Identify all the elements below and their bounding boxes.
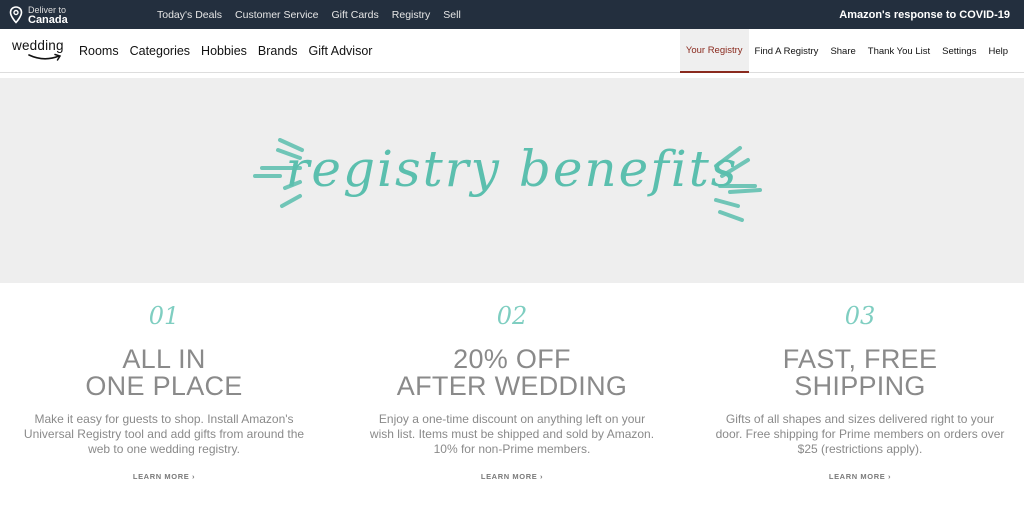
nav-brands[interactable]: Brands (258, 44, 298, 58)
benefit-number: 03 (844, 302, 876, 330)
registry-benefits-banner: registry benefits (0, 78, 1024, 283)
learn-more-link[interactable]: LEARN MORE › (362, 472, 662, 481)
benefit-heading: ALL IN ONE PLACE (14, 346, 314, 400)
tab-your-registry[interactable]: Your Registry (679, 29, 749, 73)
learn-more-link[interactable]: LEARN MORE › (14, 472, 314, 481)
top-navigation-bar: Deliver to Canada Today's Deals Customer… (0, 0, 1024, 29)
benefit-description: Gifts of all shapes and sizes delivered … (715, 412, 1005, 456)
deliver-country: Canada (28, 13, 68, 26)
benefit-heading-line1: FAST, FREE (782, 344, 938, 374)
benefit-heading-line2: SHIPPING (794, 371, 926, 401)
deliver-to-location[interactable]: Deliver to Canada (9, 3, 68, 26)
registry-link[interactable]: Registry (392, 9, 431, 21)
benefit-heading-line1: 20% OFF (453, 344, 571, 374)
location-pin-icon (9, 5, 23, 24)
registry-nav: Your Registry Find A Registry Share Than… (679, 29, 1014, 73)
benefit-heading: 20% OFF AFTER WEDDING (362, 346, 662, 400)
benefit-heading-line1: ALL IN (122, 344, 206, 374)
tab-help[interactable]: Help (982, 29, 1014, 73)
category-nav: Rooms Categories Hobbies Brands Gift Adv… (79, 29, 383, 73)
benefit-heading: FAST, FREE SHIPPING (710, 346, 1010, 400)
customer-service-link[interactable]: Customer Service (235, 9, 318, 21)
banner-title: registry benefits (285, 140, 739, 198)
nav-categories[interactable]: Categories (130, 44, 190, 58)
top-links: Today's Deals Customer Service Gift Card… (157, 0, 474, 29)
benefit-number: 02 (496, 302, 528, 330)
deliver-label: Deliver to (28, 4, 67, 15)
sell-link[interactable]: Sell (443, 9, 461, 21)
wedding-logo[interactable]: wedding (12, 38, 68, 68)
benefit-description: Make it easy for guests to shop. Install… (23, 412, 305, 456)
benefit-card: 03 FAST, FREE SHIPPING Gifts of all shap… (710, 300, 1010, 481)
covid-response-link[interactable]: Amazon's response to COVID-19 (839, 0, 1010, 29)
tab-thank-you-list[interactable]: Thank You List (862, 29, 936, 73)
tab-find-a-registry[interactable]: Find A Registry (749, 29, 825, 73)
benefit-heading-line2: AFTER WEDDING (396, 371, 628, 401)
tab-share[interactable]: Share (824, 29, 861, 73)
benefit-card: 01 ALL IN ONE PLACE Make it easy for gue… (14, 300, 314, 481)
smile-arrow-icon (28, 53, 62, 61)
tab-settings[interactable]: Settings (936, 29, 982, 73)
benefit-heading-line2: ONE PLACE (85, 371, 243, 401)
learn-more-link[interactable]: LEARN MORE › (710, 472, 1010, 481)
logo-text: wedding (12, 38, 64, 53)
nav-hobbies[interactable]: Hobbies (201, 44, 247, 58)
wedding-navigation-bar: wedding Rooms Categories Hobbies Brands … (0, 29, 1024, 73)
benefit-number: 01 (148, 302, 180, 330)
nav-rooms[interactable]: Rooms (79, 44, 119, 58)
benefits-section: 01 ALL IN ONE PLACE Make it easy for gue… (0, 300, 1024, 530)
todays-deals-link[interactable]: Today's Deals (157, 9, 222, 21)
gift-cards-link[interactable]: Gift Cards (332, 9, 379, 21)
nav-gift-advisor[interactable]: Gift Advisor (309, 44, 373, 58)
benefit-card: 02 20% OFF AFTER WEDDING Enjoy a one-tim… (362, 300, 662, 481)
benefit-description: Enjoy a one-time discount on anything le… (369, 412, 655, 456)
